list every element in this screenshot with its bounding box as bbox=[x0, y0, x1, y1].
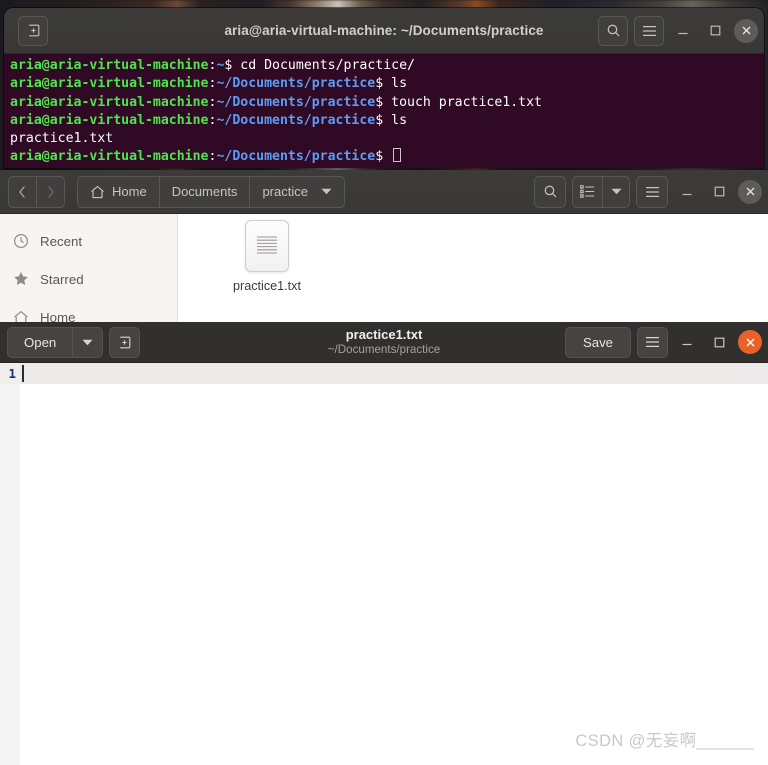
breadcrumb: Home Documents practice bbox=[77, 175, 345, 208]
sidebar-item-home-label: Home bbox=[40, 309, 76, 323]
file-manager-sidebar: Recent Starred Home bbox=[0, 214, 178, 322]
text-editor-area[interactable]: 1 CSDN @无妄啊______ bbox=[0, 363, 768, 765]
text-editor-text[interactable] bbox=[20, 363, 768, 765]
terminal-prompt-user: aria@aria-virtual-machine bbox=[10, 112, 209, 128]
breadcrumb-documents-label: Documents bbox=[171, 184, 238, 199]
new-tab-icon[interactable] bbox=[18, 15, 48, 46]
open-dropdown-icon[interactable] bbox=[73, 328, 102, 357]
search-icon[interactable] bbox=[598, 15, 628, 46]
terminal-line: aria@aria-virtual-machine:~/Documents/pr… bbox=[10, 94, 758, 112]
terminal-line: aria@aria-virtual-machine:~$ cd Document… bbox=[10, 57, 758, 75]
terminal-prompt-symbol: $ bbox=[375, 112, 392, 128]
file-manager-window-controls bbox=[534, 170, 762, 213]
view-mode-group bbox=[572, 175, 630, 208]
terminal-prompt-user: aria@aria-virtual-machine bbox=[10, 149, 209, 165]
file-manager-content[interactable]: practice1.txt bbox=[178, 214, 768, 322]
terminal-prompt-path: ~/Documents/practice bbox=[216, 112, 376, 128]
line-number: 1 bbox=[8, 366, 16, 381]
open-button-group: Open bbox=[7, 326, 104, 358]
terminal-prompt-path: ~/Documents/practice bbox=[216, 94, 376, 110]
text-cursor bbox=[22, 365, 24, 382]
terminal-prompt-symbol: $ bbox=[375, 94, 392, 110]
hamburger-menu-icon[interactable] bbox=[636, 175, 668, 208]
list-view-icon[interactable] bbox=[573, 176, 603, 207]
terminal-prompt-user: aria@aria-virtual-machine bbox=[10, 76, 209, 92]
line-number-gutter: 1 bbox=[0, 363, 20, 765]
chevron-down-icon bbox=[321, 188, 332, 195]
terminal-output-line: practice1.txt bbox=[10, 131, 114, 147]
star-icon bbox=[14, 272, 28, 285]
terminal-line: aria@aria-virtual-machine:~/Documents/pr… bbox=[10, 148, 758, 166]
maximize-icon[interactable] bbox=[706, 329, 732, 355]
text-editor-window: Open practice1.txt ~/Documents/practice … bbox=[0, 322, 768, 765]
terminal-output[interactable]: aria@aria-virtual-machine:~$ cd Document… bbox=[4, 54, 764, 168]
sidebar-item-starred[interactable]: Starred bbox=[0, 260, 177, 298]
file-manager-titlebar[interactable]: Home Documents practice bbox=[0, 170, 768, 214]
minimize-icon[interactable] bbox=[670, 18, 696, 44]
maximize-icon[interactable] bbox=[702, 18, 728, 44]
text-editor-titlebar[interactable]: Open practice1.txt ~/Documents/practice … bbox=[0, 322, 768, 363]
navigation-buttons bbox=[8, 175, 65, 208]
file-manager-body: Recent Starred Home practice1.txt bbox=[0, 214, 768, 322]
file-item[interactable]: practice1.txt bbox=[220, 220, 314, 294]
new-tab-icon[interactable] bbox=[109, 326, 141, 358]
minimize-icon[interactable] bbox=[674, 179, 700, 205]
terminal-prompt-user: aria@aria-virtual-machine bbox=[10, 94, 209, 110]
back-button[interactable] bbox=[9, 176, 37, 207]
terminal-cursor bbox=[393, 148, 402, 163]
search-icon[interactable] bbox=[534, 175, 566, 208]
forward-button[interactable] bbox=[37, 177, 64, 207]
current-line-highlight bbox=[20, 363, 768, 384]
text-file-icon bbox=[245, 220, 289, 272]
text-editor-window-controls: Save bbox=[564, 322, 762, 362]
watermark: CSDN @无妄啊______ bbox=[575, 732, 754, 750]
terminal-prompt-path: ~/Documents/practice bbox=[216, 149, 376, 165]
terminal-titlebar[interactable]: aria@aria-virtual-machine: ~/Documents/p… bbox=[4, 8, 764, 54]
sidebar-item-recent-label: Recent bbox=[40, 233, 83, 249]
terminal-window-controls bbox=[598, 8, 758, 53]
terminal-command: ls bbox=[391, 76, 408, 92]
terminal-prompt-symbol: $ bbox=[375, 149, 392, 165]
terminal-prompt-user: aria@aria-virtual-machine bbox=[10, 58, 209, 73]
terminal-line: aria@aria-virtual-machine:~/Documents/pr… bbox=[10, 112, 758, 130]
terminal-line: aria@aria-virtual-machine:~/Documents/pr… bbox=[10, 75, 758, 93]
home-icon bbox=[14, 310, 28, 322]
close-icon[interactable] bbox=[738, 179, 762, 204]
sidebar-item-home[interactable]: Home bbox=[0, 298, 177, 322]
terminal-command: ls bbox=[391, 112, 408, 128]
hamburger-menu-icon[interactable] bbox=[634, 15, 664, 46]
terminal-prompt-path: ~/Documents/practice bbox=[216, 76, 376, 92]
breadcrumb-practice[interactable]: practice bbox=[250, 177, 344, 207]
file-item-label: practice1.txt bbox=[233, 279, 301, 293]
view-dropdown-icon[interactable] bbox=[603, 177, 629, 207]
breadcrumb-documents[interactable]: Documents bbox=[160, 176, 251, 207]
close-icon[interactable] bbox=[734, 18, 758, 43]
terminal-prompt-symbol: $ bbox=[224, 58, 241, 73]
terminal-command: cd Documents/practice/ bbox=[240, 58, 415, 73]
breadcrumb-practice-label: practice bbox=[262, 184, 308, 199]
clock-icon bbox=[13, 233, 29, 249]
save-button[interactable]: Save bbox=[564, 326, 631, 358]
sidebar-item-starred-label: Starred bbox=[40, 271, 84, 287]
hamburger-menu-icon[interactable] bbox=[637, 326, 668, 358]
sidebar-item-recent[interactable]: Recent bbox=[0, 222, 177, 260]
open-button[interactable]: Open bbox=[8, 327, 74, 357]
file-manager-window: Home Documents practice Recent Starred H… bbox=[0, 170, 768, 322]
breadcrumb-home[interactable]: Home bbox=[78, 176, 160, 207]
maximize-icon[interactable] bbox=[706, 179, 732, 205]
terminal-window: aria@aria-virtual-machine: ~/Documents/p… bbox=[4, 8, 764, 168]
close-icon[interactable] bbox=[738, 330, 762, 354]
breadcrumb-home-label: Home bbox=[112, 184, 147, 199]
terminal-prompt-symbol: $ bbox=[375, 76, 392, 92]
terminal-command: touch practice1.txt bbox=[391, 94, 542, 110]
minimize-icon[interactable] bbox=[674, 329, 700, 355]
